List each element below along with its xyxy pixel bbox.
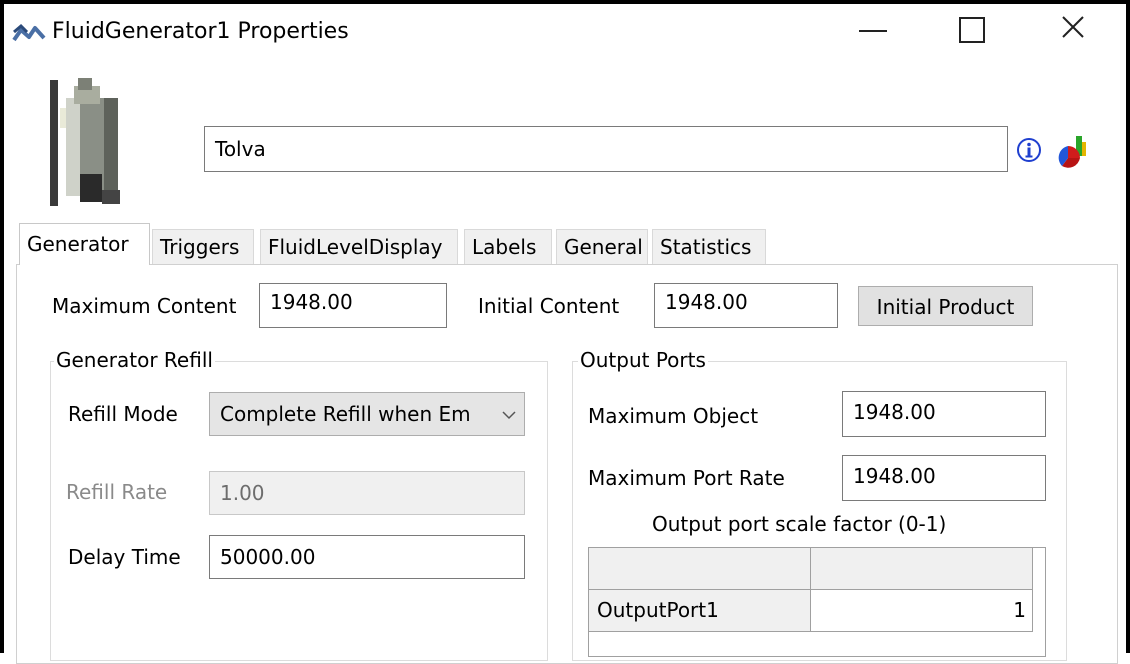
output-ports-title: Output Ports	[578, 348, 708, 372]
refill-rate-label: Refill Rate	[66, 480, 168, 504]
scale-factor-label: Output port scale factor (0-1)	[652, 512, 947, 536]
refill-mode-value: Complete Refill when Em	[220, 402, 471, 426]
output-port-scale-cell[interactable]: 1	[811, 590, 1033, 632]
maximum-content-label: Maximum Content	[52, 294, 237, 318]
tab-labels[interactable]: Labels	[464, 229, 552, 265]
tab-triggers[interactable]: Triggers	[152, 229, 254, 265]
table-header-cell	[811, 548, 1033, 590]
maximum-port-rate-label: Maximum Port Rate	[588, 466, 785, 490]
fluid-generator-object-icon	[50, 78, 120, 206]
tab-fluid-level-display[interactable]: FluidLevelDisplay	[260, 229, 458, 265]
tab-statistics[interactable]: Statistics	[652, 229, 766, 265]
table-header-cell	[589, 548, 811, 590]
maximize-button[interactable]	[943, 8, 999, 46]
refill-mode-label: Refill Mode	[68, 402, 178, 426]
maximum-port-rate-field[interactable]: 1948.00	[842, 455, 1046, 501]
output-port-name-cell: OutputPort1	[589, 590, 811, 632]
initial-product-button[interactable]: Initial Product	[858, 286, 1033, 326]
maximum-object-label: Maximum Object	[588, 404, 759, 428]
close-button[interactable]	[1045, 8, 1101, 46]
object-name-field[interactable]: Tolva	[204, 126, 1008, 172]
tab-general[interactable]: General	[556, 229, 648, 265]
tab-generator[interactable]: Generator	[19, 223, 150, 265]
close-icon	[1062, 16, 1084, 38]
window-title: FluidGenerator1 Properties	[52, 19, 349, 44]
maximum-object-field[interactable]: 1948.00	[842, 391, 1046, 437]
refill-mode-select[interactable]: Complete Refill when Em	[209, 392, 525, 436]
scale-factor-table: OutputPort1 1	[588, 547, 1046, 657]
initial-content-label: Initial Content	[478, 294, 620, 318]
delay-time-label: Delay Time	[68, 545, 181, 569]
app-logo-icon	[12, 23, 46, 42]
delay-time-field[interactable]: 50000.00	[209, 535, 525, 579]
refill-rate-field: 1.00	[209, 471, 525, 515]
minimize-button[interactable]	[845, 8, 901, 46]
maximize-icon	[959, 17, 985, 43]
initial-content-field[interactable]: 1948.00	[654, 283, 838, 328]
chevron-down-icon	[494, 393, 524, 435]
minimize-icon	[859, 30, 887, 32]
statistics-chart-icon[interactable]	[1058, 132, 1088, 168]
info-icon[interactable]	[1016, 137, 1042, 163]
generator-refill-title: Generator Refill	[54, 348, 215, 372]
maximum-content-field[interactable]: 1948.00	[259, 283, 447, 328]
